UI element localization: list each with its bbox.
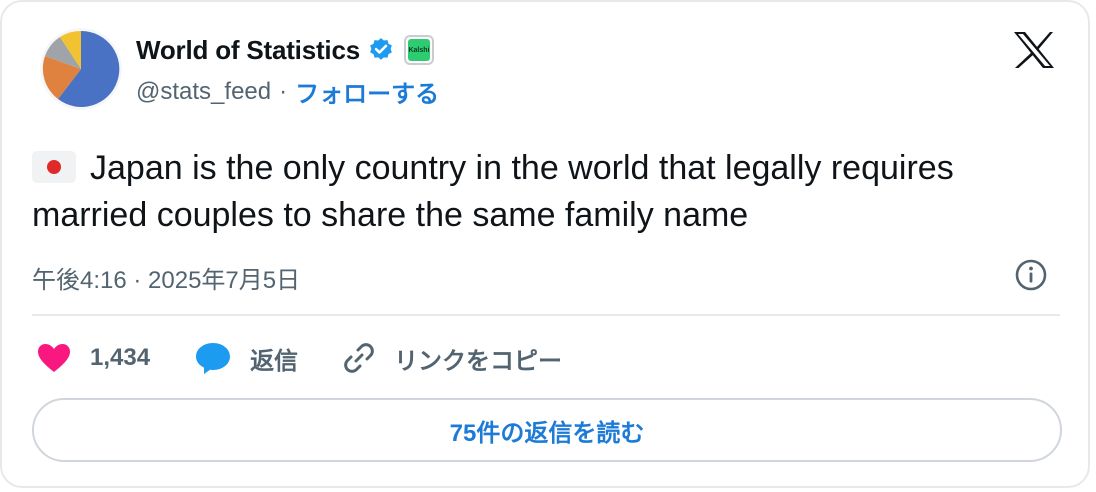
avatar[interactable] — [40, 28, 122, 110]
link-icon — [344, 343, 374, 373]
affiliate-badge-label: Kalshi — [407, 39, 430, 61]
reply-button[interactable]: 返信 — [194, 341, 298, 376]
divider — [32, 314, 1060, 316]
like-count: 1,434 — [90, 344, 151, 371]
like-button[interactable]: 1,434 — [36, 342, 150, 374]
japan-flag-icon — [32, 151, 76, 183]
handle-row: @stats_feed · フォローする — [136, 74, 439, 109]
tweet-timestamp[interactable]: 午後4:16 · 2025年7月5日 — [32, 260, 300, 295]
info-icon[interactable] — [1014, 258, 1048, 292]
author-handle[interactable]: @stats_feed — [136, 78, 271, 106]
copy-link-button[interactable]: リンクをコピー — [342, 341, 562, 376]
author-name-row: World of Statistics Kalshi — [136, 30, 434, 70]
tweet-card: World of Statistics Kalshi @stats_feed ·… — [0, 0, 1090, 488]
heart-icon — [38, 344, 70, 372]
affiliate-badge[interactable]: Kalshi — [403, 35, 434, 65]
reply-label: 返信 — [250, 347, 299, 375]
read-replies-button[interactable]: 75件の返信を読む — [32, 398, 1062, 462]
reply-bubble-icon — [196, 343, 231, 374]
author-name[interactable]: World of Statistics — [136, 35, 360, 66]
follow-link[interactable]: フォローする — [295, 74, 439, 109]
tweet-text: Japan is the only country in the world t… — [32, 145, 1052, 239]
tweet-body: Japan is the only country in the world t… — [32, 149, 954, 234]
action-bar: 1,434 返信 リンクをコピー — [36, 338, 606, 378]
separator-dot: · — [279, 77, 288, 105]
x-logo-icon[interactable] — [1012, 30, 1056, 70]
verified-badge-icon — [370, 38, 392, 60]
copy-link-label: リンクをコピー — [394, 347, 563, 375]
